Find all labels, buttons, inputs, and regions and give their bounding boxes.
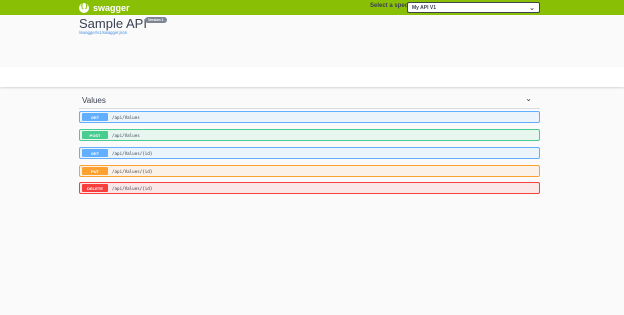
swagger-logo[interactable]: swagger	[79, 2, 130, 13]
topbar: swagger Select a spec My API V1 ⌄	[0, 0, 624, 15]
chevron-down-icon[interactable]: ⌄	[525, 94, 532, 103]
spec-select[interactable]: My API V1 ⌄	[407, 2, 540, 13]
chevron-down-icon: ⌄	[529, 5, 535, 12]
operation-path: /api/Values/{id}	[112, 185, 153, 191]
version-badge: Version 1	[145, 17, 167, 23]
operation-path: /api/Values/{id}	[112, 150, 153, 156]
logo-text: swagger	[93, 2, 130, 13]
operation-path: /api/Values	[112, 114, 140, 120]
operation-delete-value[interactable]: DELETE /api/Values/{id}	[79, 182, 540, 194]
operation-post-values[interactable]: POST /api/Values	[79, 129, 540, 141]
spec-url-link[interactable]: /swagger/v1/swagger.json	[79, 30, 127, 35]
operation-get-value-by-id[interactable]: GET /api/Values/{id}	[79, 147, 540, 159]
page-title: Sample API	[79, 16, 147, 31]
section-header[interactable]: Values ⌄	[79, 94, 540, 109]
spec-selected-value: My API V1	[412, 4, 436, 11]
operation-path: /api/Values/{id}	[112, 168, 153, 174]
section-title: Values	[82, 96, 106, 105]
swagger-logo-icon	[79, 2, 89, 13]
method-badge: PUT	[82, 167, 108, 175]
tag-section-values: Values ⌄	[79, 94, 540, 109]
operation-put-value[interactable]: PUT /api/Values/{id}	[79, 165, 540, 177]
spec-label: Select a spec	[370, 3, 409, 9]
method-badge: DELETE	[82, 184, 108, 192]
method-badge: GET	[82, 149, 108, 157]
operation-get-values[interactable]: GET /api/Values	[79, 111, 540, 123]
method-badge: POST	[82, 131, 108, 139]
operation-path: /api/Values	[112, 132, 140, 138]
scheme-container	[0, 67, 624, 87]
method-badge: GET	[82, 113, 108, 121]
